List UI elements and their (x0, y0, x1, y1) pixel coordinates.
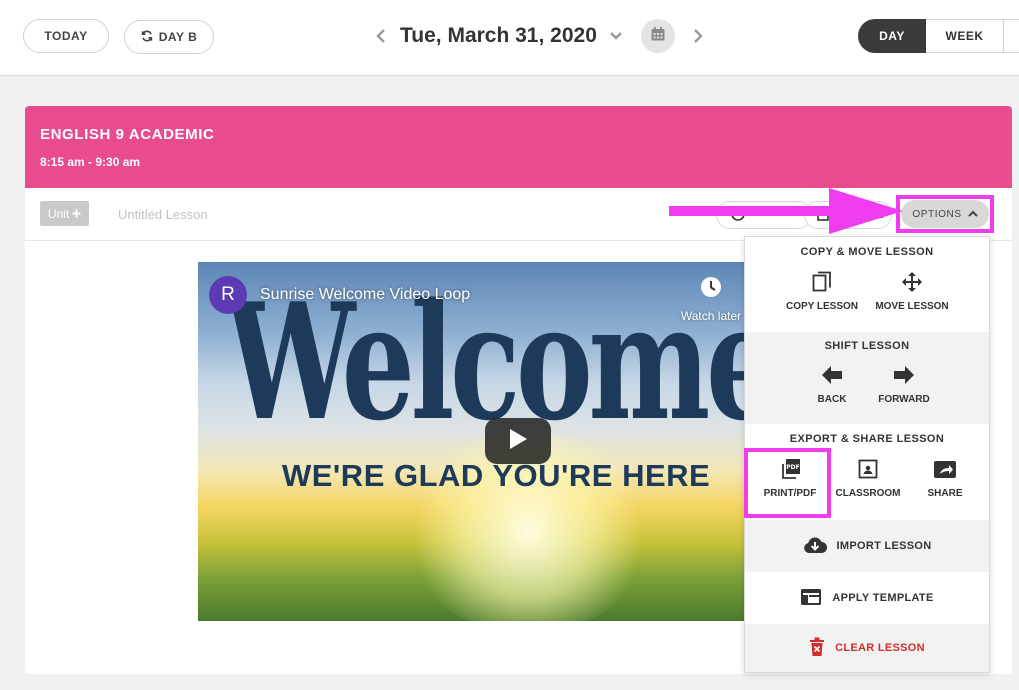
top-bar: TODAY DAY B Tue, March 31, 2020 DAY WEEK (0, 0, 1019, 76)
classroom-label: CLASSROOM (835, 488, 901, 499)
move-icon (901, 271, 923, 296)
pointer-arrow-icon (669, 188, 903, 234)
import-lesson-button[interactable]: IMPORT LESSON (745, 520, 989, 572)
day-b-button[interactable]: DAY B (124, 20, 214, 54)
day-b-label: DAY B (158, 30, 198, 44)
play-button[interactable] (485, 418, 551, 464)
today-label: TODAY (44, 29, 88, 43)
shift-forward-button[interactable]: FORWARD (867, 364, 941, 405)
channel-avatar[interactable]: R (209, 276, 247, 314)
current-date[interactable]: Tue, March 31, 2020 (400, 24, 597, 48)
shift-back-button[interactable]: BACK (795, 364, 869, 405)
next-day-icon[interactable] (687, 25, 709, 47)
view-week-button[interactable]: WEEK (926, 19, 1004, 53)
lesson-header: ENGLISH 9 ACADEMIC 8:15 am - 9:30 am (25, 106, 1012, 188)
shift-forward-label: FORWARD (878, 394, 930, 405)
add-unit-button[interactable]: Unit (40, 201, 89, 226)
refresh-icon (141, 30, 153, 45)
shift-heading: SHIFT LESSON (824, 340, 910, 352)
arrow-right-icon (893, 365, 915, 388)
view-week-label: WEEK (945, 29, 984, 43)
copy-lesson-button[interactable]: COPY LESSON (777, 271, 867, 312)
view-day-label: DAY (879, 29, 905, 43)
shift-section: SHIFT LESSON BACK FORWARD (745, 332, 989, 424)
date-navigator: Tue, March 31, 2020 (370, 18, 709, 54)
share-icon (933, 459, 957, 482)
classroom-icon (858, 459, 878, 482)
view-day-button[interactable]: DAY (858, 19, 926, 53)
plus-icon (72, 207, 81, 221)
copy-icon (812, 271, 832, 296)
share-label: SHARE (927, 488, 963, 499)
video-embed[interactable]: Welcome WE'RE GLAD YOU'RE HERE R Sunrise… (198, 262, 744, 621)
clear-lesson-button[interactable]: CLEAR LESSON (745, 624, 989, 672)
lesson-title-field[interactable]: Untitled Lesson (118, 207, 208, 222)
trash-icon (809, 637, 825, 660)
arrow-left-icon (821, 365, 843, 388)
prev-day-icon[interactable] (370, 25, 392, 47)
cloud-download-icon (803, 536, 827, 557)
clear-lesson-label: CLEAR LESSON (835, 642, 925, 654)
shift-back-label: BACK (817, 394, 847, 405)
template-icon (800, 588, 822, 609)
view-more-button[interactable] (1004, 19, 1019, 53)
watch-later-label: Watch later (680, 309, 742, 323)
import-lesson-label: IMPORT LESSON (836, 540, 932, 552)
calendar-button[interactable] (640, 19, 675, 53)
classroom-button[interactable]: CLASSROOM (829, 458, 907, 499)
move-lesson-label: MOVE LESSON (875, 301, 949, 312)
course-title: ENGLISH 9 ACADEMIC (40, 126, 215, 143)
calendar-icon (650, 26, 666, 47)
apply-template-button[interactable]: APPLY TEMPLATE (745, 572, 989, 624)
apply-template-label: APPLY TEMPLATE (832, 592, 934, 604)
unit-label: Unit (47, 206, 70, 221)
share-button[interactable]: SHARE (909, 458, 981, 499)
export-share-heading: EXPORT & SHARE LESSON (789, 433, 945, 445)
copy-move-section: COPY & MOVE LESSON COPY LESSON MOVE LESS… (745, 237, 989, 332)
watch-later-button[interactable]: Watch later (676, 276, 744, 323)
play-icon (508, 428, 528, 455)
chevron-down-icon[interactable] (605, 25, 627, 47)
print-pdf-highlight-box (744, 448, 831, 518)
lesson-time: 8:15 am - 9:30 am (40, 155, 141, 169)
view-switcher: DAY WEEK (858, 19, 1019, 53)
options-highlight-box (896, 195, 994, 233)
video-title[interactable]: Sunrise Welcome Video Loop (260, 286, 470, 304)
today-button[interactable]: TODAY (23, 19, 109, 53)
move-lesson-button[interactable]: MOVE LESSON (867, 271, 957, 312)
clock-icon (700, 277, 722, 302)
copy-lesson-label: COPY LESSON (785, 301, 859, 312)
copy-move-heading: COPY & MOVE LESSON (800, 246, 934, 258)
